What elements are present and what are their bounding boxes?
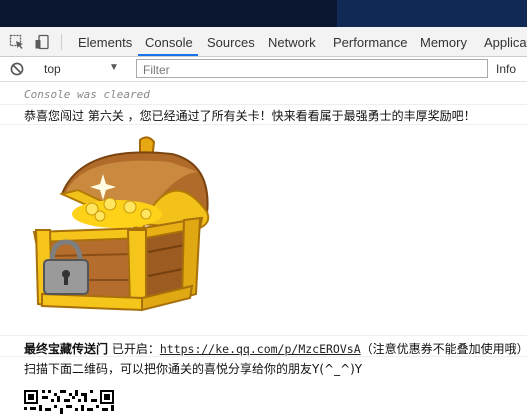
portal-title: 最终宝藏传送门 <box>24 342 109 356</box>
browser-tab-strip <box>0 0 527 27</box>
console-output: Console was cleared 恭喜您闯过 第六关 ，您已经通过了所有关… <box>0 82 527 414</box>
portal-link[interactable]: https://ke.qq.com/p/MzcEROVsA <box>160 342 361 356</box>
console-filter-bar: top ▼ Info <box>0 57 527 82</box>
inspect-element-icon[interactable] <box>9 34 25 50</box>
portal-message: 最终宝藏传送门 已开启：https://ke.qq.com/p/MzcEROVs… <box>24 340 527 357</box>
tab-application[interactable]: Applicat <box>484 35 527 50</box>
treasure-chest-image <box>22 134 222 315</box>
filter-field[interactable] <box>136 59 488 78</box>
device-toggle-icon[interactable] <box>34 34 50 50</box>
log-divider <box>0 356 527 357</box>
log-divider <box>0 104 527 105</box>
toolbar-divider <box>61 34 62 50</box>
devtools-toolbar: Elements Console Sources Network Perform… <box>0 27 527 57</box>
log-level-selector[interactable]: Info <box>496 62 516 76</box>
chevron-down-icon: ▼ <box>109 62 119 73</box>
qr-code-image <box>24 390 114 417</box>
log-divider <box>0 335 527 336</box>
context-selector[interactable]: top ▼ <box>36 60 126 78</box>
console-cleared-message: Console was cleared <box>24 88 150 101</box>
browser-tab-region <box>337 0 527 27</box>
tab-elements[interactable]: Elements <box>78 35 132 50</box>
filter-input[interactable] <box>141 61 485 78</box>
portal-note: （注意优惠券不能叠加使用哦） <box>360 342 527 356</box>
congrats-message: 恭喜您闯过 第六关 ，您已经通过了所有关卡！快来看看属于最强勇士的丰厚奖励吧！ <box>24 109 476 123</box>
clear-console-icon[interactable] <box>10 62 24 76</box>
log-divider <box>0 124 527 125</box>
share-message: 扫描下面二维码，可以把你通关的喜悦分享给你的朋友Y(^_^)Y <box>24 362 363 376</box>
portal-status: 已开启： <box>108 342 160 356</box>
active-tab-indicator <box>138 54 198 56</box>
tab-sources[interactable]: Sources <box>207 35 255 50</box>
tab-performance[interactable]: Performance <box>333 35 407 50</box>
context-selector-value: top <box>44 62 61 76</box>
tab-memory[interactable]: Memory <box>420 35 467 50</box>
tab-network[interactable]: Network <box>268 35 316 50</box>
tab-console[interactable]: Console <box>145 35 193 50</box>
